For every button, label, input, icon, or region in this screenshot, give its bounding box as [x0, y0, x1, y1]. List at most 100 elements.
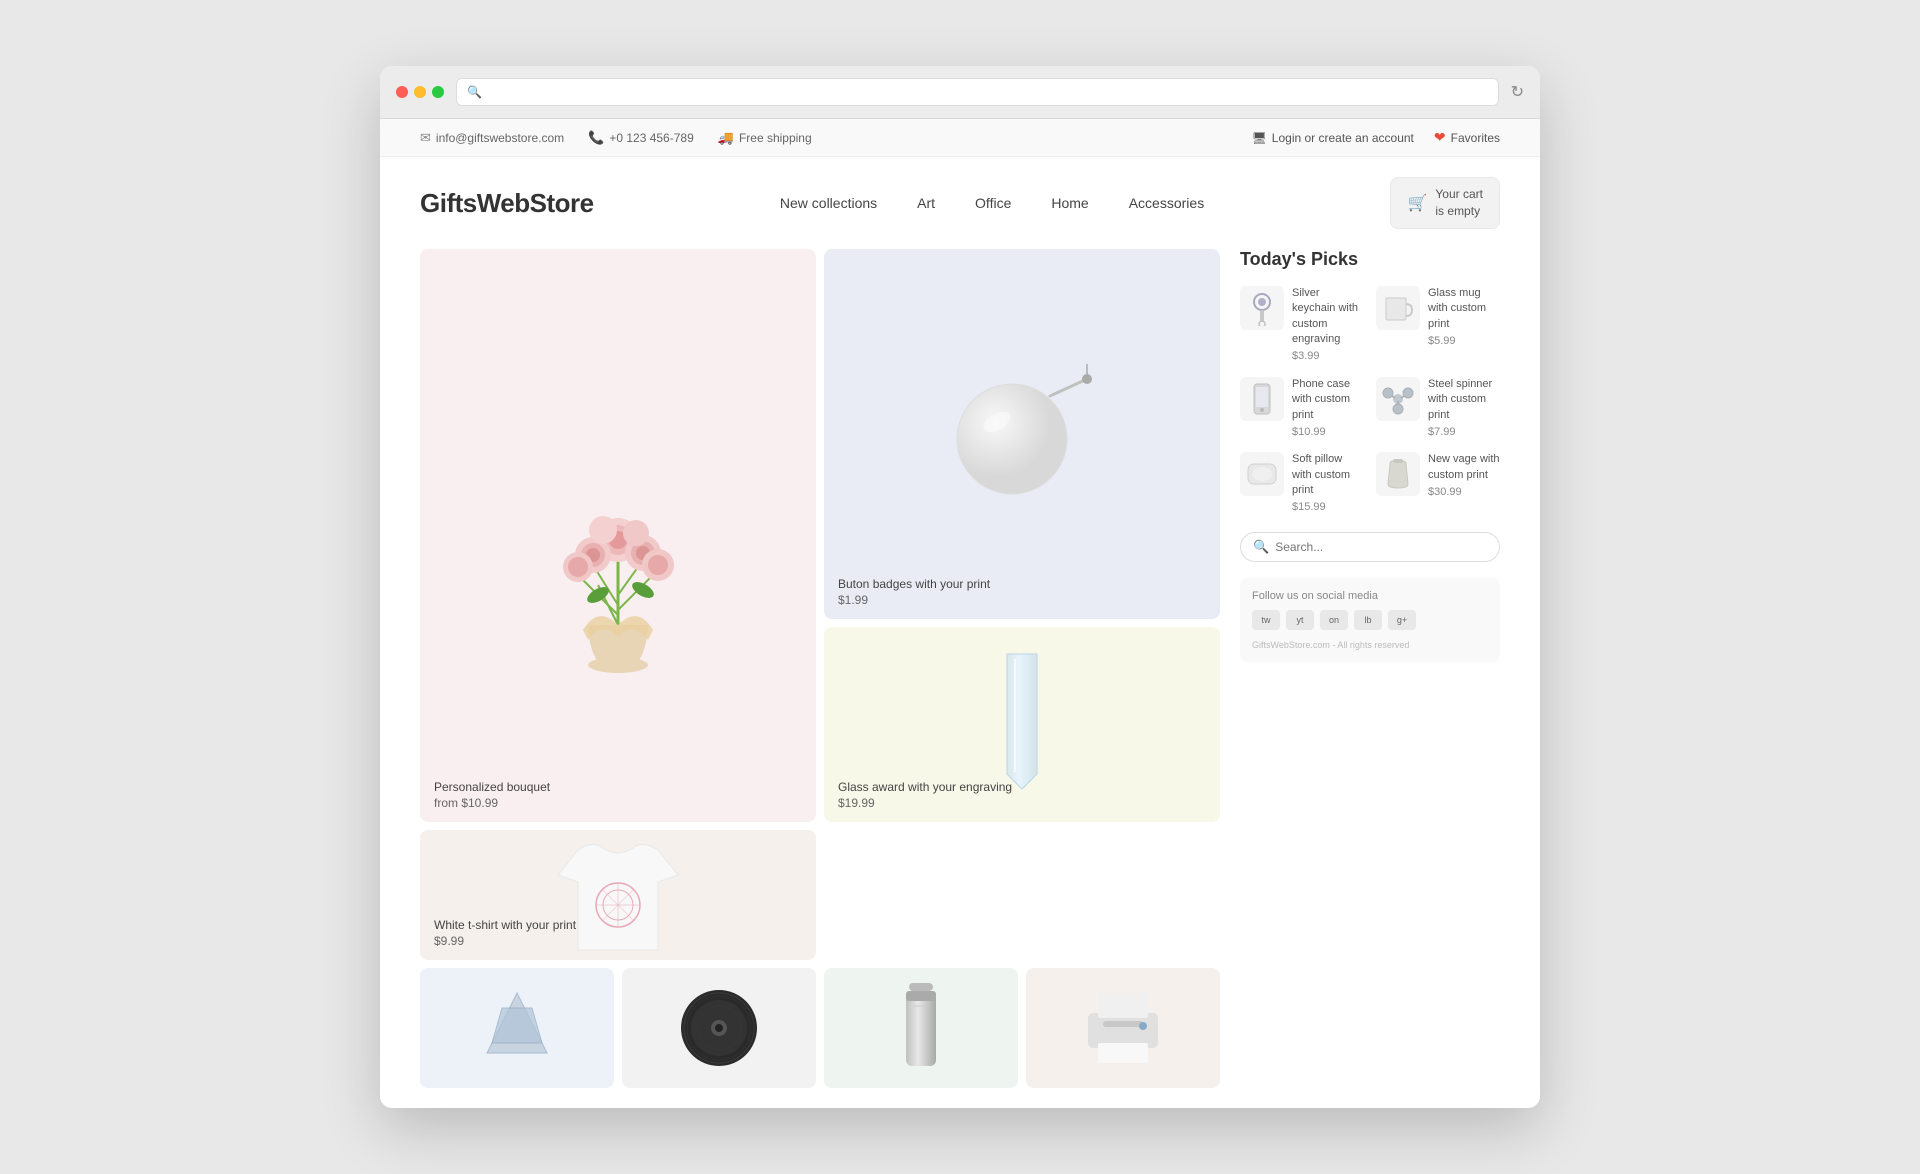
social-gplus[interactable]: g+	[1388, 610, 1416, 630]
mug-price: $5.99	[1428, 334, 1500, 349]
phone-thumb	[1240, 377, 1284, 421]
keychain-name: Silver keychain with custom engraving	[1292, 286, 1364, 348]
browser-window: 🔍 ↻ ✉ info@giftswebstore.com 📞 +0 123 45…	[380, 66, 1540, 1108]
product-card-award[interactable]: Glass award with your engraving $19.99	[824, 627, 1220, 822]
pick-item-spinner[interactable]: Steel spinner with custom print $7.99	[1376, 377, 1500, 441]
search-icon-small: 🔍	[1253, 539, 1269, 555]
phone-name: Phone case with custom print	[1292, 377, 1364, 423]
pick-item-pillow[interactable]: Soft pillow with custom print $15.99	[1240, 452, 1364, 516]
account-icon: 🖥	[1252, 131, 1267, 145]
social-tw[interactable]: tw	[1252, 610, 1280, 630]
topbar-right: 🖥 Login or create an account ❤ Favorites	[1252, 129, 1500, 146]
sidebar-search[interactable]: 🔍	[1240, 532, 1500, 562]
main-content: Personalized bouquet from $10.99	[380, 249, 1540, 1108]
product-grid: Personalized bouquet from $10.99	[420, 249, 1220, 1088]
product-card-thermos[interactable]	[824, 968, 1018, 1088]
nav-home[interactable]: Home	[1051, 195, 1088, 211]
favorites-text: Favorites	[1451, 131, 1500, 145]
pick-item-vase[interactable]: New vage with custom print $30.99	[1376, 452, 1500, 516]
flowers-info: Personalized bouquet from $10.99	[434, 780, 550, 810]
cart-icon: 🛒	[1407, 193, 1427, 213]
pick-item-keychain[interactable]: Silver keychain with custom engraving $3…	[1240, 286, 1364, 365]
product-card-flowers[interactable]: Personalized bouquet from $10.99	[420, 249, 816, 822]
thermos-illustration	[891, 978, 951, 1078]
pillow-icon	[1244, 456, 1280, 492]
social-lb[interactable]: lb	[1354, 610, 1382, 630]
topbar-left: ✉ info@giftswebstore.com 📞 +0 123 456-78…	[420, 130, 812, 146]
phone-icon	[1244, 381, 1280, 417]
email-icon: ✉	[420, 130, 431, 146]
badges-name: Buton badges with your print	[838, 577, 990, 591]
keychain-price: $3.99	[1292, 349, 1364, 364]
award-name: Glass award with your engraving	[838, 780, 1012, 794]
cart-button[interactable]: 🛒 Your cartis empty	[1390, 177, 1500, 229]
favorites-link[interactable]: ❤ Favorites	[1434, 129, 1500, 146]
phone-text: +0 123 456-789	[609, 131, 693, 145]
keychain-thumb	[1240, 286, 1284, 330]
social-yt[interactable]: yt	[1286, 610, 1314, 630]
pillow-price: $15.99	[1292, 500, 1364, 515]
phone-price: $10.99	[1292, 425, 1364, 440]
main-nav: New collections Art Office Home Accessor…	[780, 195, 1204, 211]
email-text: info@giftswebstore.com	[436, 131, 564, 145]
nav-art[interactable]: Art	[917, 195, 935, 211]
product-card-vinyl[interactable]	[622, 968, 816, 1088]
social-icons: tw yt on lb g+	[1252, 610, 1488, 630]
product-card-printer[interactable]	[1026, 968, 1220, 1088]
vase-name: New vage with custom print	[1428, 452, 1500, 483]
nav-new-collections[interactable]: New collections	[780, 195, 877, 211]
award-info: Glass award with your engraving $19.99	[838, 780, 1012, 810]
login-link[interactable]: 🖥 Login or create an account	[1252, 131, 1414, 145]
nav-accessories[interactable]: Accessories	[1129, 195, 1204, 211]
site-logo[interactable]: GiftsWebStore	[420, 188, 594, 219]
spinner-info: Steel spinner with custom print $7.99	[1428, 377, 1500, 441]
dot-yellow[interactable]	[414, 86, 426, 98]
product-card-badges[interactable]: Buton badges with your print $1.99	[824, 249, 1220, 619]
browser-address-bar[interactable]: 🔍	[456, 78, 1499, 106]
header: GiftsWebStore New collections Art Office…	[380, 157, 1540, 249]
browser-dots	[396, 86, 444, 98]
product-card-tshirt[interactable]: White t-shirt with your print $9.99	[420, 830, 816, 960]
social-on[interactable]: on	[1320, 610, 1348, 630]
tshirt-name: White t-shirt with your print	[434, 918, 576, 932]
flowers-name: Personalized bouquet	[434, 780, 550, 794]
award-price: $19.99	[838, 796, 1012, 810]
heart-icon: ❤	[1434, 129, 1446, 146]
dot-red[interactable]	[396, 86, 408, 98]
pillow-thumb	[1240, 452, 1284, 496]
mug-icon	[1380, 290, 1416, 326]
phone-info: Phone case with custom print $10.99	[1292, 377, 1364, 441]
pick-item-mug[interactable]: Glass mug with custom print $5.99	[1376, 286, 1500, 365]
dot-green[interactable]	[432, 86, 444, 98]
sidebar: Today's Picks	[1240, 249, 1500, 1088]
tshirt-price: $9.99	[434, 934, 576, 948]
picks-grid: Silver keychain with custom engraving $3…	[1240, 286, 1500, 516]
sidebar-search-input[interactable]	[1275, 540, 1487, 554]
nav-office[interactable]: Office	[975, 195, 1011, 211]
printer-illustration	[1078, 988, 1168, 1068]
vase-icon	[1380, 456, 1416, 492]
keychain-info: Silver keychain with custom engraving $3…	[1292, 286, 1364, 365]
badges-info: Buton badges with your print $1.99	[838, 577, 990, 607]
vase-price: $30.99	[1428, 485, 1500, 500]
flowers-price: from $10.99	[434, 796, 550, 810]
site-content: ✉ info@giftswebstore.com 📞 +0 123 456-78…	[380, 119, 1540, 1108]
mug-info: Glass mug with custom print $5.99	[1428, 286, 1500, 350]
pillow-name: Soft pillow with custom print	[1292, 452, 1364, 498]
topbar: ✉ info@giftswebstore.com 📞 +0 123 456-78…	[380, 119, 1540, 157]
shipping-item: 🚚 Free shipping	[718, 130, 812, 146]
footer-copyright: GiftsWebStore.com - All rights reserved	[1252, 640, 1488, 650]
pillow-info: Soft pillow with custom print $15.99	[1292, 452, 1364, 516]
shipping-text[interactable]: Free shipping	[739, 131, 812, 145]
social-section: Follow us on social media tw yt on lb g+…	[1240, 578, 1500, 662]
spinner-name: Steel spinner with custom print	[1428, 377, 1500, 423]
reload-button[interactable]: ↻	[1511, 82, 1524, 102]
pick-item-phone[interactable]: Phone case with custom print $10.99	[1240, 377, 1364, 441]
mug-thumb	[1376, 286, 1420, 330]
spinner-price: $7.99	[1428, 425, 1500, 440]
vase-info: New vage with custom print $30.99	[1428, 452, 1500, 500]
tshirt-info: White t-shirt with your print $9.99	[434, 918, 576, 948]
bottom-product-row	[420, 968, 1220, 1088]
product-card-geo[interactable]	[420, 968, 614, 1088]
cart-text: Your cartis empty	[1435, 186, 1483, 220]
